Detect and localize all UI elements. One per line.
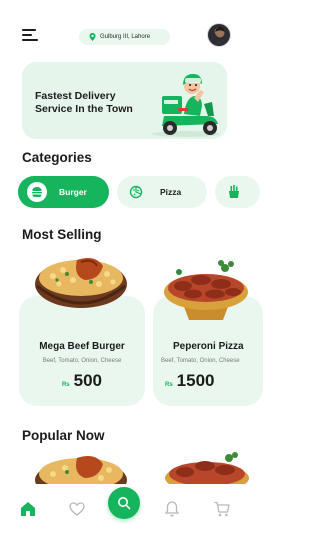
search-button[interactable] <box>108 487 140 519</box>
popular-now-title: Popular Now <box>22 428 105 443</box>
promo-banner[interactable]: Fastest Delivery Service In the Town <box>22 62 227 139</box>
categories-title: Categories <box>22 150 92 165</box>
product-name: Mega Beef Burger <box>39 341 125 352</box>
biryani-bowl-image <box>35 258 127 308</box>
category-chip-fries[interactable] <box>215 176 260 208</box>
product-price: Rs 1500 <box>165 371 275 391</box>
price-currency: Rs <box>165 382 173 388</box>
user-avatar[interactable] <box>207 23 231 47</box>
search-icon <box>118 497 131 510</box>
promo-line-1: Fastest Delivery <box>35 90 116 102</box>
category-label: Burger <box>59 187 87 197</box>
location-pin-icon <box>89 33 96 41</box>
product-description: Beef, Tomato, Onion, Cheese <box>42 358 122 364</box>
bottom-navigation <box>0 484 249 536</box>
kebab-platter-image <box>164 260 248 320</box>
most-selling-title: Most Selling <box>22 227 102 242</box>
hamburger-menu-icon[interactable] <box>22 29 38 42</box>
fries-icon <box>224 182 244 202</box>
top-bar: Gulburg III, Lahore <box>0 0 249 60</box>
product-description: Beef, Tomato, Onion, Cheese <box>161 358 240 364</box>
home-icon[interactable] <box>19 500 37 518</box>
category-chip-burger[interactable]: Burger <box>18 176 109 208</box>
delivery-scooter-illustration <box>152 74 220 137</box>
promo-line-2: Service In the Town <box>35 103 133 115</box>
burger-icon <box>27 182 47 202</box>
price-currency: Rs <box>61 382 70 388</box>
location-text: Gulburg III, Lahore <box>100 34 151 40</box>
price-amount: 1500 <box>176 371 215 390</box>
category-label: Pizza <box>160 187 182 197</box>
product-name: Peperoni Pizza <box>173 341 244 352</box>
promo-headline: Fastest Delivery Service In the Town <box>35 90 145 116</box>
pizza-icon <box>126 182 146 202</box>
heart-icon[interactable] <box>68 500 86 518</box>
product-price: Rs 500 <box>19 371 145 391</box>
category-chip-pizza[interactable]: Pizza <box>117 176 207 208</box>
bell-icon[interactable] <box>163 500 181 518</box>
price-amount: 500 <box>73 371 103 390</box>
location-selector[interactable]: Gulburg III, Lahore <box>79 29 170 45</box>
cart-icon[interactable] <box>213 500 231 518</box>
